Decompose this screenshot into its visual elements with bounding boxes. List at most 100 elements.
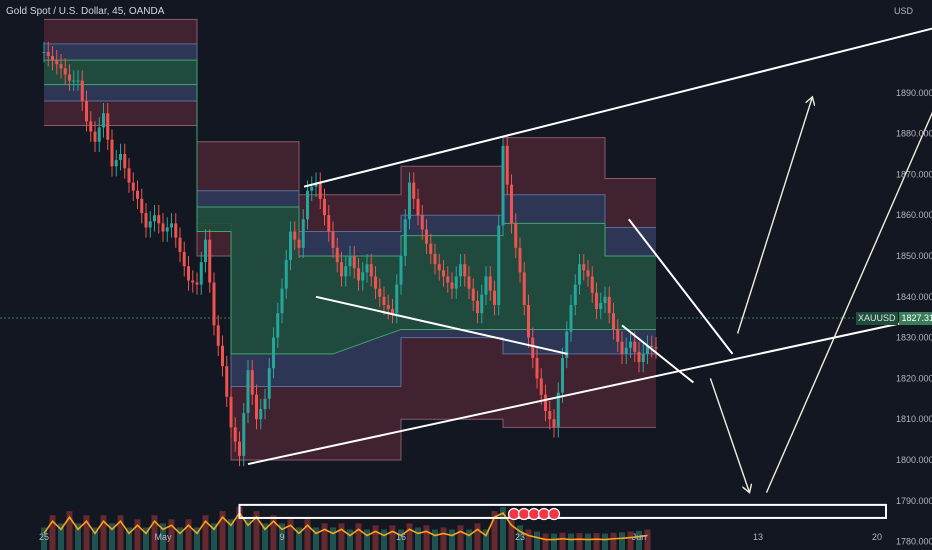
volume-bar: [619, 532, 625, 550]
candle-body: [459, 264, 462, 277]
volume-bar: [347, 529, 353, 550]
candle-body: [603, 296, 607, 303]
candle-body: [425, 229, 428, 244]
candle-body: [437, 264, 441, 271]
candle-body: [344, 266, 348, 277]
candle-body: [119, 154, 122, 161]
candle-body: [148, 221, 152, 228]
candle-body: [654, 347, 658, 349]
volume-bar: [304, 519, 311, 550]
candle-body: [136, 190, 139, 199]
candle-body: [106, 113, 110, 140]
volume-bar: [559, 532, 566, 550]
chart-title: Gold Spot / U.S. Dollar, 45, OANDA: [6, 6, 165, 17]
candle-body: [229, 396, 233, 428]
candle-body: [412, 182, 416, 199]
candle-body: [272, 337, 275, 369]
candle-body: [480, 294, 484, 314]
candle-body: [161, 223, 165, 232]
price-tick-label: 1810.000: [896, 414, 932, 424]
candle-body: [578, 264, 581, 285]
volume-bar: [576, 533, 583, 550]
economic-event-icon[interactable]: [547, 507, 561, 521]
candle-body: [476, 300, 479, 314]
volume-bar: [466, 529, 472, 550]
candle-body: [165, 227, 169, 232]
volume-bar: [449, 529, 455, 550]
candle-body: [403, 219, 407, 256]
candle-body: [267, 368, 271, 399]
candle-body: [97, 127, 101, 142]
candle-body: [612, 313, 615, 330]
candle-body: [446, 276, 450, 283]
volume-bar: [134, 519, 141, 550]
candle-body: [276, 313, 280, 338]
candle-body: [518, 247, 522, 273]
candle-body: [289, 231, 292, 261]
candle-body: [539, 378, 543, 395]
candle-body: [140, 198, 144, 214]
candle-body: [416, 198, 420, 216]
volume-bar: [593, 533, 600, 550]
candle-body: [454, 276, 458, 289]
price-tick-label: 1790.000: [896, 496, 932, 506]
price-tag-value: 1827.310: [898, 312, 932, 325]
event-markers[interactable]: [507, 507, 561, 521]
candle-body: [331, 231, 335, 248]
volume-bar: [330, 527, 336, 550]
volume-bar: [602, 533, 608, 550]
candle-body: [153, 215, 156, 222]
volume-bar: [321, 523, 328, 550]
candle-body: [123, 154, 127, 169]
candle-body: [182, 251, 186, 267]
candle-body: [510, 184, 513, 224]
candle-body: [497, 225, 501, 305]
price-tick-label: 1800.000: [896, 455, 932, 465]
candle-body: [233, 427, 237, 442]
candle-body: [327, 215, 331, 232]
candle-body: [255, 394, 258, 420]
time-tick-label: 23: [515, 532, 525, 542]
volume-bar: [338, 523, 345, 550]
candle-body: [586, 270, 590, 277]
candle-body: [624, 347, 628, 354]
volume-bar: [610, 532, 617, 550]
candle-body: [293, 231, 297, 240]
candle-body: [641, 353, 645, 363]
candle-body: [463, 264, 467, 277]
candle-body: [395, 284, 399, 314]
candle-body: [263, 398, 267, 409]
candle-body: [629, 341, 632, 348]
candle-body: [484, 276, 488, 295]
candle-body: [505, 145, 509, 185]
volume-bar: [542, 533, 549, 550]
volume-bar: [406, 523, 413, 550]
volume-bar: [381, 529, 387, 550]
candle-body: [378, 288, 382, 297]
candle-body: [450, 282, 454, 289]
candle-body: [89, 121, 93, 132]
volume-bar: [457, 525, 464, 550]
price-tick-label: 1830.000: [896, 333, 932, 343]
candle-body: [204, 239, 207, 263]
candle-body: [365, 264, 369, 273]
volume-bar: [585, 533, 591, 550]
chart-canvas[interactable]: 1780.000 1790.000 1800.000 1810.000 1820.000…: [0, 0, 932, 550]
volume-bar: [474, 523, 481, 550]
economic-event-icon[interactable]: [527, 507, 541, 521]
economic-event-icon[interactable]: [537, 507, 551, 521]
candle-body: [650, 345, 654, 348]
economic-event-icon[interactable]: [517, 507, 531, 521]
candle-body: [59, 64, 63, 69]
volume-bar: [287, 519, 294, 550]
economic-event-icon[interactable]: [507, 507, 521, 521]
time-tick-label: 13: [753, 532, 763, 542]
time-tick-label: May: [154, 532, 172, 542]
time-tick-label: 16: [396, 532, 406, 542]
volume-bar: [525, 529, 532, 550]
candle-body: [63, 68, 67, 75]
candle-body: [531, 337, 535, 358]
candle-body: [250, 370, 254, 395]
candle-body: [535, 358, 539, 379]
candle-body: [429, 243, 433, 254]
